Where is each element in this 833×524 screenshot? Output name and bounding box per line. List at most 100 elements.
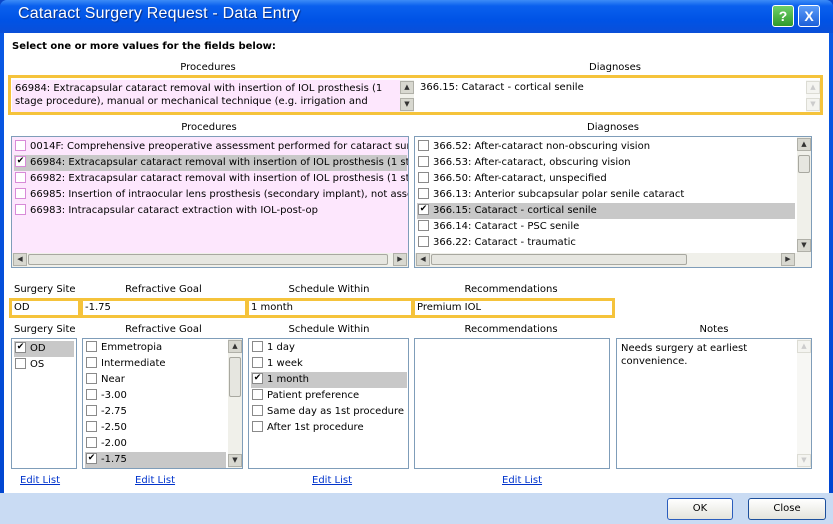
- checked-checkbox-icon[interactable]: [15, 155, 26, 167]
- scroll-left-icon[interactable]: ◀: [416, 253, 430, 266]
- recommendations-edit-list-link[interactable]: Edit List: [502, 475, 542, 486]
- checkbox-icon[interactable]: [86, 420, 97, 432]
- checkbox-icon[interactable]: [418, 235, 429, 247]
- checkbox-icon[interactable]: [15, 357, 26, 369]
- checkbox-icon[interactable]: [418, 139, 429, 151]
- checked-checkbox-icon[interactable]: [15, 341, 26, 353]
- surgery-site-edit-list-link[interactable]: Edit List: [20, 475, 60, 486]
- procedures-list[interactable]: 0014F: Comprehensive preoperative assess…: [11, 136, 409, 268]
- refractive-goal-row[interactable]: -2.50: [85, 420, 226, 436]
- checked-checkbox-icon[interactable]: [418, 203, 429, 215]
- schedule-within-row[interactable]: After 1st procedure: [251, 420, 407, 436]
- scroll-up-icon[interactable]: ▲: [797, 138, 811, 151]
- scroll-down-icon[interactable]: ▼: [797, 454, 811, 467]
- scroll-up-icon[interactable]: ▲: [400, 81, 414, 94]
- checkbox-icon[interactable]: [86, 340, 97, 352]
- diagnoses-vscroll-thumb[interactable]: [798, 155, 810, 173]
- refractive-goal-row[interactable]: Intermediate: [85, 356, 226, 372]
- selected-procedures-box[interactable]: 66984: Extracapsular cataract removal wi…: [12, 80, 414, 112]
- surgery-site-field[interactable]: OD: [9, 298, 81, 318]
- checkbox-icon[interactable]: [86, 436, 97, 448]
- checkbox-icon[interactable]: [15, 139, 26, 151]
- procedure-row[interactable]: 0014F: Comprehensive preoperative assess…: [14, 139, 408, 155]
- notes-vscrollbar[interactable]: ▲ ▼: [797, 339, 811, 468]
- checkbox-icon[interactable]: [418, 171, 429, 183]
- refractive-goal-row[interactable]: Near: [85, 372, 226, 388]
- refractive-goal-row[interactable]: -1.75: [85, 452, 226, 468]
- diagnosis-row[interactable]: 366.52: After-cataract non-obscuring vis…: [417, 139, 795, 155]
- checkbox-icon[interactable]: [86, 372, 97, 384]
- checkbox-icon[interactable]: [15, 187, 26, 199]
- checkbox-icon[interactable]: [252, 404, 263, 416]
- diagnosis-row[interactable]: 366.50: After-cataract, unspecified: [417, 171, 795, 187]
- schedule-within-row[interactable]: 1 month: [251, 372, 407, 388]
- diagnosis-row[interactable]: 366.13: Anterior subcapsular polar senil…: [417, 187, 795, 203]
- scroll-down-icon[interactable]: ▼: [228, 454, 242, 467]
- schedule-within-row[interactable]: 1 week: [251, 356, 407, 372]
- refractive-goal-edit-list-link[interactable]: Edit List: [135, 475, 175, 486]
- diagnoses-vscrollbar[interactable]: ▲ ▼: [797, 137, 811, 253]
- diagnosis-row[interactable]: 366.15: Cataract - cortical senile: [417, 203, 795, 219]
- scroll-down-icon[interactable]: ▼: [400, 98, 414, 111]
- help-button[interactable]: ?: [772, 5, 794, 27]
- scroll-right-icon[interactable]: ▶: [393, 253, 407, 266]
- surgery-site-list[interactable]: OD OS: [11, 338, 77, 469]
- schedule-within-row[interactable]: Patient preference: [251, 388, 407, 404]
- checkbox-icon[interactable]: [86, 404, 97, 416]
- surgery-site-row[interactable]: OS: [14, 357, 74, 373]
- refractive-goal-row[interactable]: -3.00: [85, 388, 226, 404]
- ok-button[interactable]: OK: [667, 498, 733, 520]
- checkbox-icon[interactable]: [252, 340, 263, 352]
- diagnosis-row[interactable]: 366.14: Cataract - PSC senile: [417, 219, 795, 235]
- checkbox-icon[interactable]: [15, 203, 26, 215]
- diagnoses-hscrollbar[interactable]: ◀ ▶: [415, 253, 811, 267]
- diagnosis-row[interactable]: 366.53: After-cataract, obscuring vision: [417, 155, 795, 171]
- schedule-within-list[interactable]: 1 day 1 week 1 month Patient preference Same…: [248, 338, 409, 469]
- schedule-within-edit-list-link[interactable]: Edit List: [312, 475, 352, 486]
- close-window-button[interactable]: X: [798, 5, 820, 27]
- checkbox-icon[interactable]: [418, 155, 429, 167]
- procedure-row[interactable]: 66982: Extracapsular cataract removal wi…: [14, 171, 408, 187]
- selected-procedures-scrollbar[interactable]: ▲ ▼: [400, 80, 414, 112]
- recommendations-list[interactable]: [414, 338, 610, 469]
- selected-diagnoses-scrollbar[interactable]: ▲ ▼: [806, 80, 820, 112]
- checkbox-icon[interactable]: [252, 356, 263, 368]
- procedure-row[interactable]: 66983: Intracapsular cataract extraction…: [14, 203, 407, 219]
- refractive-goal-vscrollbar[interactable]: ▲ ▼: [228, 339, 242, 468]
- schedule-within-row[interactable]: Same day as 1st procedure: [251, 404, 407, 420]
- checkbox-icon[interactable]: [418, 219, 429, 231]
- checkbox-icon[interactable]: [86, 388, 97, 400]
- title-bar[interactable]: Cataract Surgery Request - Data Entry ? …: [0, 0, 833, 33]
- refractive-goal-row[interactable]: -2.00: [85, 436, 226, 452]
- diagnoses-hscroll-thumb[interactable]: [431, 254, 687, 265]
- close-button[interactable]: Close: [748, 498, 826, 520]
- procedures-hscroll-thumb[interactable]: [28, 254, 388, 265]
- checkbox-icon[interactable]: [252, 388, 263, 400]
- refractive-goal-row[interactable]: -2.75: [85, 404, 226, 420]
- checked-checkbox-icon[interactable]: [86, 452, 97, 464]
- refractive-goal-vscroll-thumb[interactable]: [229, 357, 241, 397]
- selected-diagnoses-box[interactable]: 366.15: Cataract - cortical senile ▲ ▼: [417, 80, 820, 112]
- procedure-row[interactable]: 66984: Extracapsular cataract removal wi…: [14, 155, 408, 171]
- scroll-down-icon[interactable]: ▼: [797, 239, 811, 252]
- checkbox-icon[interactable]: [15, 171, 26, 183]
- refractive-goal-row[interactable]: Emmetropia: [85, 340, 226, 356]
- checkbox-icon[interactable]: [418, 187, 429, 199]
- procedure-row[interactable]: 66985: Insertion of intraocular lens pro…: [14, 187, 408, 203]
- checked-checkbox-icon[interactable]: [252, 372, 263, 384]
- procedures-hscrollbar[interactable]: ◀ ▶: [12, 253, 408, 267]
- recommendations-field[interactable]: Premium IOL: [412, 298, 615, 318]
- schedule-within-row[interactable]: 1 day: [251, 340, 407, 356]
- surgery-site-row[interactable]: OD: [14, 341, 74, 357]
- scroll-up-icon[interactable]: ▲: [806, 81, 820, 94]
- scroll-up-icon[interactable]: ▲: [228, 340, 242, 353]
- checkbox-icon[interactable]: [86, 356, 97, 368]
- scroll-down-icon[interactable]: ▼: [806, 98, 820, 111]
- refractive-goal-list[interactable]: Emmetropia Intermediate Near -3.00 -2.75 -2.5…: [82, 338, 243, 469]
- notes-box[interactable]: Needs surgery at earliest convenience. ▲…: [616, 338, 812, 469]
- scroll-left-icon[interactable]: ◀: [13, 253, 27, 266]
- scroll-up-icon[interactable]: ▲: [797, 340, 811, 353]
- schedule-within-field[interactable]: 1 month: [246, 298, 414, 318]
- diagnosis-row[interactable]: 366.22: Cataract - traumatic: [417, 235, 795, 251]
- refractive-goal-field[interactable]: -1.75: [80, 298, 248, 318]
